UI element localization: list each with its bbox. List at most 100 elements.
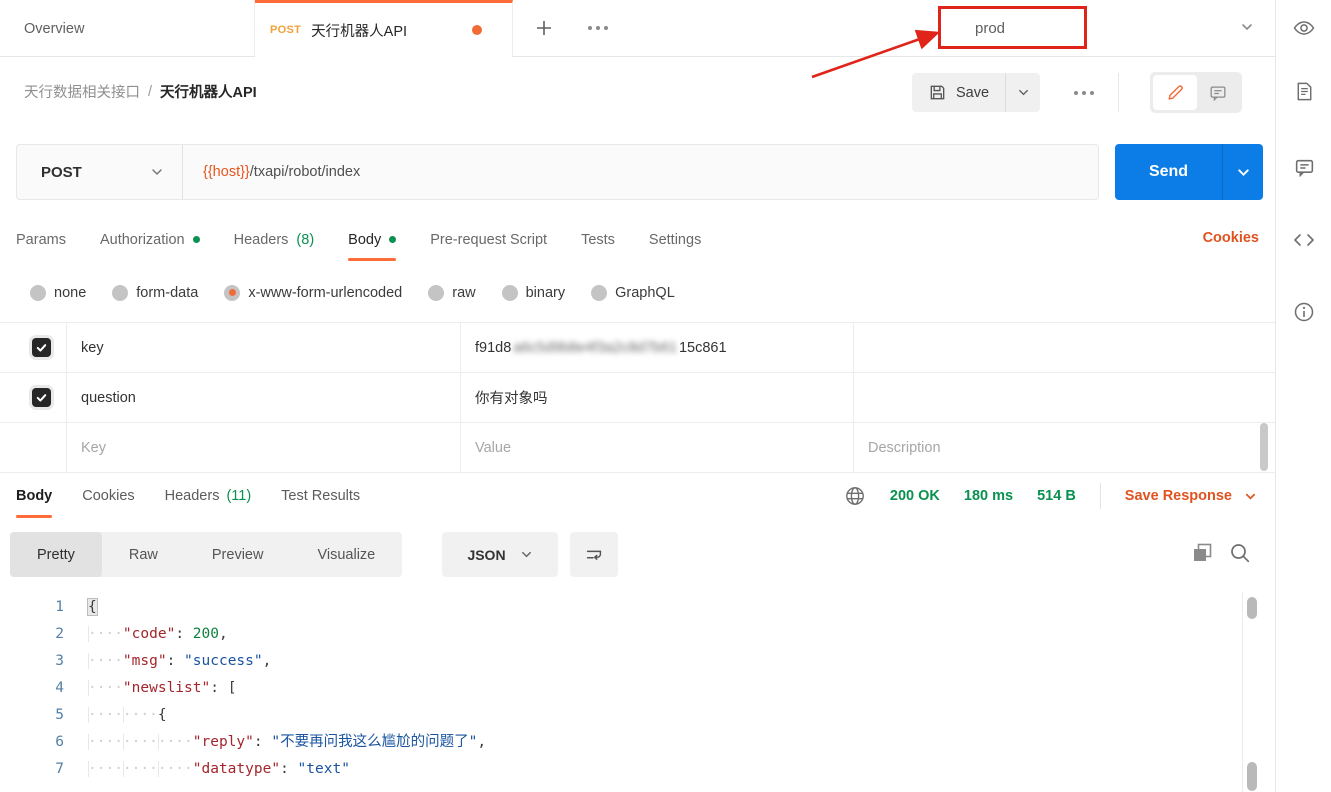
breadcrumb-collection[interactable]: 天行数据相关接口 [24, 81, 140, 102]
code-line: 1 { [0, 594, 1240, 621]
response-tab-test-results[interactable]: Test Results [281, 471, 360, 521]
send-dropdown-button[interactable] [1223, 144, 1263, 200]
key-cell[interactable]: key [66, 323, 460, 372]
environment-chevron-down-icon[interactable] [1240, 20, 1254, 34]
tab-authorization-label: Authorization [100, 232, 185, 248]
view-pretty[interactable]: Pretty [10, 532, 102, 577]
json-string: "不要再问我这么尴尬的问题了" [271, 734, 477, 750]
line-number: 4 [0, 675, 64, 702]
code-snippet-button[interactable] [1290, 226, 1318, 254]
edit-request-button[interactable] [1153, 75, 1197, 110]
view-visualize-label: Visualize [317, 547, 375, 563]
tab-settings[interactable]: Settings [649, 216, 701, 263]
right-sidebar [1275, 0, 1331, 792]
punctuation: : [175, 626, 192, 642]
cookies-link[interactable]: Cookies [1203, 230, 1259, 246]
response-body-editor[interactable]: 1 { 2 ····"code": 200, 3 ····"msg": "suc… [0, 588, 1240, 792]
checkbox-checked[interactable] [32, 338, 51, 357]
punctuation: , [263, 653, 272, 669]
tab-tests[interactable]: Tests [581, 216, 615, 263]
search-button[interactable] [1228, 541, 1252, 565]
tab-params[interactable]: Params [16, 216, 66, 263]
mode-urlencoded-label: x-www-form-urlencoded [248, 285, 402, 301]
value-cell[interactable]: 你有对象吗 [460, 373, 853, 422]
tab-overview[interactable]: Overview [0, 0, 255, 57]
environment-selector[interactable]: prod [948, 10, 1148, 46]
format-selector[interactable]: JSON [442, 532, 558, 577]
mode-graphql[interactable]: GraphQL [591, 285, 675, 301]
info-icon [1292, 300, 1316, 324]
tab-options-button[interactable] [584, 16, 612, 40]
key-cell[interactable]: question [66, 373, 460, 422]
url-row: POST {{host}}/txapi/robot/index Send [0, 128, 1275, 216]
mode-binary-label: binary [526, 285, 566, 301]
value-cell[interactable]: Value [460, 423, 853, 472]
info-button[interactable] [1290, 298, 1318, 326]
breadcrumb-separator: / [148, 84, 152, 100]
view-preview[interactable]: Preview [185, 532, 291, 577]
mode-x-www-form-urlencoded[interactable]: x-www-form-urlencoded [224, 285, 402, 301]
comments-button[interactable] [1197, 75, 1239, 110]
documentation-button[interactable] [1290, 77, 1318, 105]
url-path: /txapi/robot/index [250, 164, 360, 180]
radio-icon [112, 285, 128, 301]
page-scrollbar-thumb[interactable] [1247, 762, 1257, 791]
send-button[interactable]: Send [1115, 144, 1222, 200]
save-button-label: Save [956, 85, 989, 101]
table-scrollbar-thumb[interactable] [1260, 423, 1268, 471]
value-cell[interactable]: f91d8a6c5d9b8e4f3a2c8d7b6115c861 [460, 323, 853, 372]
tab-headers-label: Headers [234, 232, 289, 248]
save-dropdown-button[interactable] [1006, 73, 1040, 112]
punctuation: : [280, 761, 297, 777]
url-input[interactable]: {{host}}/txapi/robot/index [183, 145, 1098, 199]
more-actions-button[interactable] [1066, 81, 1102, 105]
checkbox-checked[interactable] [32, 388, 51, 407]
view-pretty-label: Pretty [37, 547, 75, 563]
tab-pre-request-script[interactable]: Pre-request Script [430, 216, 547, 263]
description-cell[interactable]: Description [853, 423, 1275, 472]
wrap-lines-button[interactable] [570, 532, 618, 577]
response-tab-body[interactable]: Body [16, 471, 52, 521]
view-raw[interactable]: Raw [102, 532, 185, 577]
description-cell[interactable] [853, 373, 1275, 422]
code-scrollbar-thumb[interactable] [1247, 597, 1257, 619]
response-tab-headers[interactable]: Headers(11) [165, 471, 252, 521]
code-line: 6 ············"reply": "不要再问我这么尴尬的问题了", [0, 729, 1240, 756]
environment-quick-look-button[interactable] [1290, 14, 1318, 42]
copy-icon [1190, 541, 1214, 565]
tab-body[interactable]: Body [348, 216, 396, 263]
copy-button[interactable] [1190, 541, 1214, 565]
view-raw-label: Raw [129, 547, 158, 563]
code-line: 7 ············"datatype": "text" [0, 756, 1240, 783]
comment-icon [1293, 156, 1316, 179]
key-cell[interactable]: Key [66, 423, 460, 472]
mode-form-data[interactable]: form-data [112, 285, 198, 301]
method-selector[interactable]: POST [17, 145, 183, 199]
save-response-button[interactable]: Save Response [1125, 488, 1257, 504]
mode-binary[interactable]: binary [502, 285, 566, 301]
tab-request[interactable]: POST 天行机器人API [255, 0, 513, 57]
chevron-down-icon [150, 165, 164, 179]
save-button[interactable]: Save [912, 73, 1005, 112]
tab-headers[interactable]: Headers(8) [234, 216, 315, 263]
tab-overview-label: Overview [24, 21, 84, 37]
comments-panel-button[interactable] [1290, 153, 1318, 181]
save-button-group: Save [912, 73, 1040, 112]
globe-icon[interactable] [844, 485, 866, 507]
json-key: "msg" [123, 653, 167, 669]
green-dot-icon [193, 236, 200, 243]
value-placeholder: Value [475, 440, 511, 456]
view-visualize[interactable]: Visualize [290, 532, 402, 577]
new-tab-button[interactable] [530, 14, 558, 42]
response-tab-cookies[interactable]: Cookies [82, 471, 134, 521]
urlencoded-params-table: key f91d8a6c5d9b8e4f3a2c8d7b6115c861 que… [0, 322, 1275, 473]
mode-none[interactable]: none [30, 285, 86, 301]
description-cell[interactable] [853, 323, 1275, 372]
text-wrap-icon [583, 544, 605, 566]
ellipsis-icon [1074, 91, 1094, 95]
mode-raw[interactable]: raw [428, 285, 475, 301]
postman-app: Overview POST 天行机器人API prod 天行数据相关接口 / 天 [0, 0, 1331, 792]
radio-icon [428, 285, 444, 301]
punctuation: : [167, 653, 184, 669]
tab-authorization[interactable]: Authorization [100, 216, 200, 263]
